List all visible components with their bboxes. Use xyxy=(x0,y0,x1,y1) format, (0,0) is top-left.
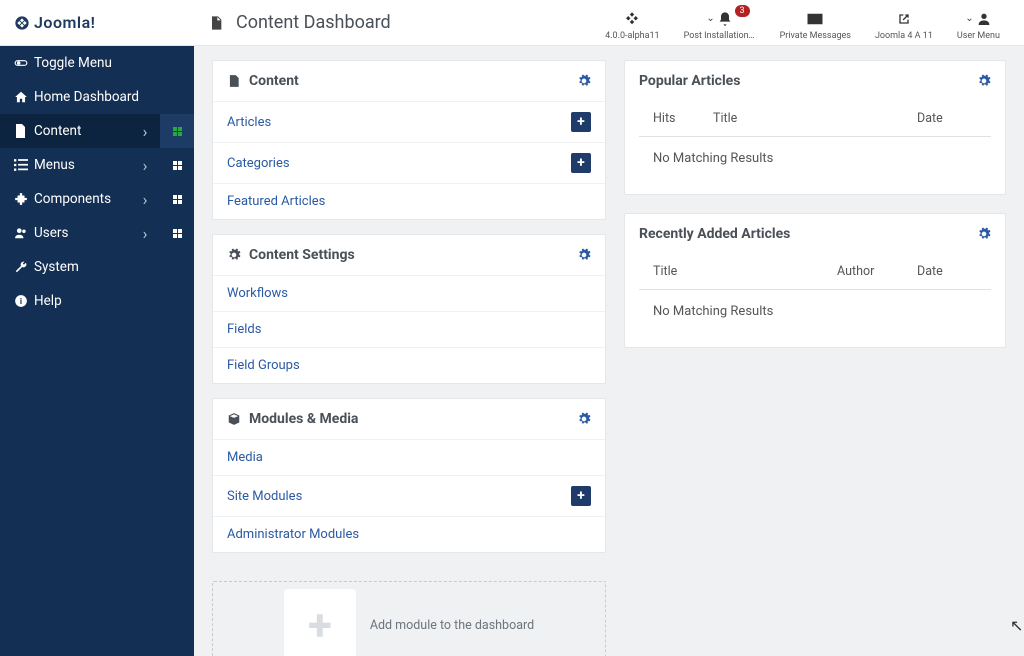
envelope-icon xyxy=(806,9,824,29)
link[interactable]: Media xyxy=(227,450,263,465)
users-icon xyxy=(14,226,34,240)
link-media: Media xyxy=(213,439,605,475)
home-icon xyxy=(14,90,34,104)
link[interactable]: Categories xyxy=(227,156,290,171)
title-area: Content Dashboard xyxy=(194,12,391,33)
card-title: Recently Added Articles xyxy=(639,226,790,242)
link-admin-modules: Administrator Modules xyxy=(213,516,605,552)
sidebar-item-home[interactable]: Home Dashboard xyxy=(0,80,194,114)
topbar: Joomla! Content Dashboard 4.0.0-alpha11 … xyxy=(0,0,1024,46)
sidebar-item-menus[interactable]: Menus › xyxy=(0,148,194,182)
link-categories: Categories + xyxy=(213,142,605,183)
sidebar-item-help[interactable]: i Help xyxy=(0,284,194,318)
svg-text:i: i xyxy=(20,296,22,306)
joomla-icon xyxy=(14,15,30,31)
list-icon xyxy=(14,159,34,171)
gear-icon[interactable] xyxy=(977,227,991,241)
plus-button[interactable]: + xyxy=(571,486,591,506)
info-icon: i xyxy=(14,294,34,308)
card-popular-articles: Popular Articles Hits Title Date No Matc… xyxy=(624,60,1006,195)
topbar-user-menu[interactable]: ⌄ User Menu xyxy=(945,9,1012,41)
link-featured-articles: Featured Articles xyxy=(213,183,605,219)
card-title: Content xyxy=(249,73,299,89)
card-modules-media: Modules & Media Media Site Modules + Adm… xyxy=(212,398,606,553)
topbar-right: 4.0.0-alpha11 ⌄ 3 Post Installation ... … xyxy=(593,5,1024,41)
table-empty: No Matching Results xyxy=(639,137,991,180)
sidebar-dashboard-content[interactable] xyxy=(160,114,194,148)
joomla-small-icon xyxy=(623,9,641,29)
logo-area[interactable]: Joomla! xyxy=(0,0,194,45)
user-icon: ⌄ xyxy=(965,9,991,29)
plus-button[interactable]: + xyxy=(571,112,591,132)
link[interactable]: Workflows xyxy=(227,286,288,301)
file-icon xyxy=(227,74,241,88)
wrench-icon xyxy=(14,260,34,274)
sidebar-item-users[interactable]: Users › xyxy=(0,216,194,250)
gear-icon[interactable] xyxy=(577,248,591,262)
sidebar-item-content[interactable]: Content › xyxy=(0,114,194,148)
plus-large-icon: + xyxy=(284,589,356,656)
link[interactable]: Administrator Modules xyxy=(227,527,359,542)
table-empty: No Matching Results xyxy=(639,290,991,333)
link-fields: Fields xyxy=(213,311,605,347)
sidebar-item-system[interactable]: System xyxy=(0,250,194,284)
card-title: Popular Articles xyxy=(639,73,740,89)
cursor-icon: ↖ xyxy=(1010,616,1023,635)
sidebar-dashboard-users[interactable] xyxy=(160,216,194,250)
file-icon xyxy=(14,124,34,138)
notification-badge: 3 xyxy=(735,5,750,18)
sidebar-dashboard-components[interactable] xyxy=(160,182,194,216)
card-content-settings: Content Settings Workflows Fields Field … xyxy=(212,234,606,384)
link-field-groups: Field Groups xyxy=(213,347,605,383)
link-articles: Articles + xyxy=(213,101,605,142)
add-module-area[interactable]: + Add module to the dashboard xyxy=(212,581,606,656)
topbar-messages[interactable]: Private Messages xyxy=(768,9,863,41)
add-module-label: Add module to the dashboard xyxy=(370,618,534,633)
table-header: Hits Title Date xyxy=(639,101,991,137)
link[interactable]: Fields xyxy=(227,322,261,337)
sidebar-item-components[interactable]: Components › xyxy=(0,182,194,216)
link[interactable]: Site Modules xyxy=(227,489,302,504)
link[interactable]: Field Groups xyxy=(227,358,300,373)
link-workflows: Workflows xyxy=(213,275,605,311)
external-link-icon xyxy=(896,9,912,29)
link-site-modules: Site Modules + xyxy=(213,475,605,516)
puzzle-icon xyxy=(14,192,34,206)
bell-icon: ⌄ xyxy=(706,9,732,29)
cog-icon xyxy=(227,248,241,262)
table-header: Title Author Date xyxy=(639,254,991,290)
topbar-post-install[interactable]: ⌄ 3 Post Installation ... xyxy=(672,9,768,41)
sidebar-toggle-menu[interactable]: Toggle Menu xyxy=(0,46,194,80)
col-date: Date xyxy=(917,111,977,126)
chevron-right-icon: › xyxy=(130,156,160,175)
chevron-right-icon: › xyxy=(130,122,160,141)
gear-icon[interactable] xyxy=(577,74,591,88)
topbar-version[interactable]: 4.0.0-alpha11 xyxy=(593,9,672,41)
page-title: Content Dashboard xyxy=(236,12,391,33)
link[interactable]: Articles xyxy=(227,115,271,130)
col-title: Title xyxy=(653,264,837,279)
card-title: Modules & Media xyxy=(249,411,358,427)
toggle-icon xyxy=(14,56,34,70)
joomla-logo: Joomla! xyxy=(14,13,95,32)
col-author: Author xyxy=(837,264,917,279)
gear-icon[interactable] xyxy=(577,412,591,426)
col-date: Date xyxy=(917,264,977,279)
col-title: Title xyxy=(713,111,917,126)
card-title: Content Settings xyxy=(249,247,355,263)
gear-icon[interactable] xyxy=(977,74,991,88)
link[interactable]: Featured Articles xyxy=(227,194,325,209)
card-content: Content Articles + Categories + Featu xyxy=(212,60,606,220)
topbar-site-link[interactable]: Joomla 4 A 11 xyxy=(863,9,945,41)
sidebar-dashboard-menus[interactable] xyxy=(160,148,194,182)
chevron-right-icon: › xyxy=(130,190,160,209)
content-area: Content Articles + Categories + Featu xyxy=(194,46,1024,656)
card-recently-added: Recently Added Articles Title Author Dat… xyxy=(624,213,1006,348)
plus-button[interactable]: + xyxy=(571,153,591,173)
sidebar: Toggle Menu Home Dashboard Content › Men… xyxy=(0,46,194,656)
col-hits: Hits xyxy=(653,111,713,126)
file-icon xyxy=(208,15,224,31)
box-icon xyxy=(227,412,241,426)
chevron-right-icon: › xyxy=(130,224,160,243)
